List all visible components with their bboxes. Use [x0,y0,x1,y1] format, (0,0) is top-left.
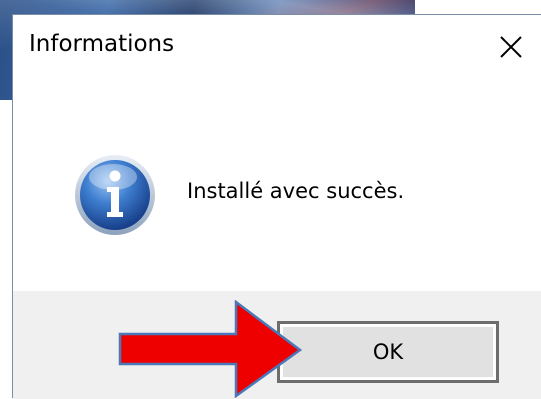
info-icon [75,155,155,235]
dialog-title: Informations [29,31,175,57]
desktop-edge [0,100,12,398]
red-arrow-icon [118,300,303,398]
close-button[interactable] [493,29,529,65]
dialog-titlebar[interactable]: Informations [13,15,541,81]
dialog-content: Installé avec succès. [13,81,541,291]
close-icon [500,36,522,58]
ok-button[interactable]: OK [277,321,499,383]
dialog-message: Installé avec succès. [187,179,405,203]
